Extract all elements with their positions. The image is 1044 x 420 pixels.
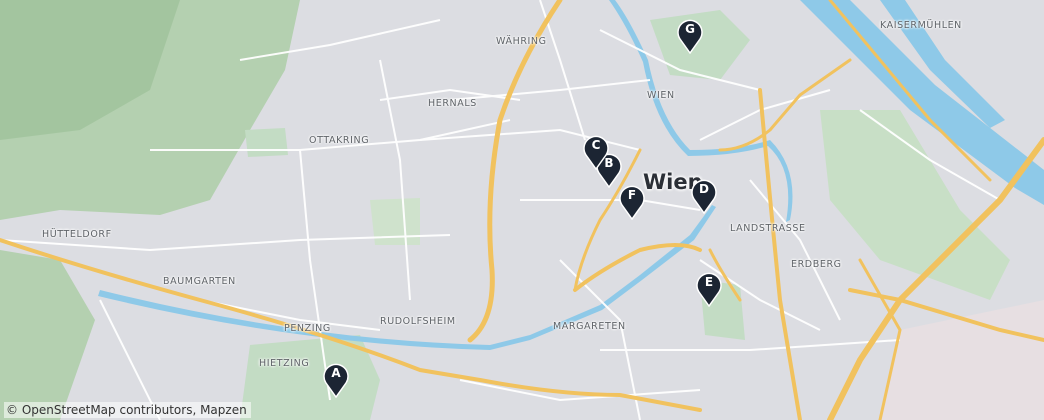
- marker-label: F: [627, 188, 637, 202]
- map-base-layer: [0, 0, 1044, 420]
- marker-label: A: [331, 366, 341, 380]
- park-area: [245, 128, 288, 157]
- map-attribution[interactable]: © OpenStreetMap contributors, Mapzen: [4, 402, 251, 418]
- marker-label: E: [704, 275, 714, 289]
- district-label-landstrasse: LANDSTRASSE: [730, 223, 806, 234]
- map-marker-c[interactable]: C: [582, 134, 610, 170]
- district-label-baumgarten: BAUMGARTEN: [163, 276, 236, 287]
- district-label-rudolfsheim: RUDOLFSHEIM: [380, 316, 456, 327]
- district-label-wien: WIEN: [647, 90, 675, 101]
- district-label-ottakring: OTTAKRING: [309, 135, 370, 146]
- marker-label: G: [685, 22, 695, 36]
- map-marker-f[interactable]: F: [618, 184, 646, 220]
- map-marker-g[interactable]: G: [676, 18, 704, 54]
- district-label-hietzing: HIETZING: [259, 358, 310, 369]
- district-label-erdberg: ERDBERG: [791, 259, 842, 270]
- marker-label: C: [591, 138, 601, 152]
- map-marker-d[interactable]: D: [690, 178, 718, 214]
- marker-label: D: [699, 182, 709, 196]
- district-label-kaisermuehlen: KAISERMÜHLEN: [880, 20, 962, 31]
- map-canvas[interactable]: WÄHRING HERNALS OTTAKRING HÜTTELDORF BAU…: [0, 0, 1044, 420]
- map-marker-e[interactable]: E: [695, 271, 723, 307]
- map-marker-a[interactable]: A: [322, 362, 350, 398]
- district-label-waehring: WÄHRING: [496, 36, 547, 47]
- district-label-huetteldorf: HÜTTELDORF: [42, 229, 112, 240]
- district-label-penzing: PENZING: [284, 323, 331, 334]
- district-label-margareten: MARGARETEN: [553, 321, 626, 332]
- district-label-hernals: HERNALS: [428, 98, 477, 109]
